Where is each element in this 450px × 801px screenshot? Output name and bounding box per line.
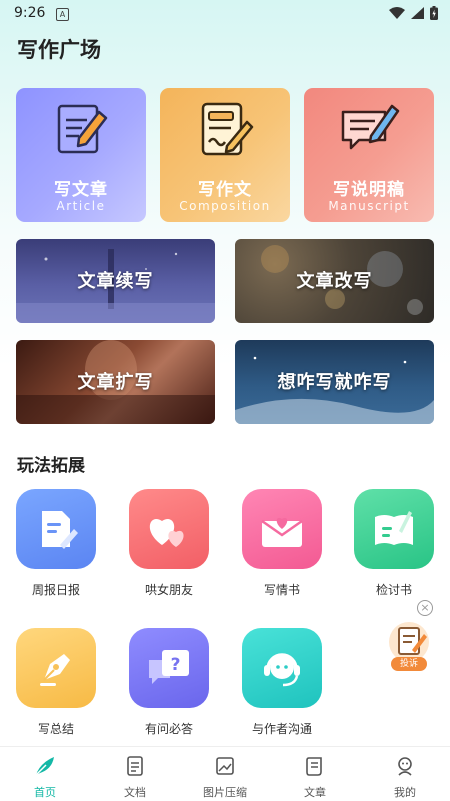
nav-articles[interactable]: 文章: [270, 747, 360, 801]
love-letter-icon: [261, 517, 303, 547]
icon-tile: [16, 628, 96, 708]
banner-label: 文章扩写: [77, 372, 154, 393]
user-icon: [398, 757, 412, 776]
nav-label: 文章: [304, 786, 326, 799]
question-chat-icon: ?: [149, 650, 189, 684]
feature-label: 周报日报: [31, 583, 80, 597]
nav-label: 首页: [34, 786, 56, 799]
bottom-nav: 首页 文档 图片压缩 文章 我的: [0, 746, 450, 801]
expand-writing-banner[interactable]: 文章扩写: [16, 340, 215, 424]
icon-tile: [242, 628, 322, 708]
icon-tile: ?: [129, 628, 209, 708]
nav-home[interactable]: 首页: [0, 747, 90, 801]
card-title: 写说明稿: [333, 180, 405, 200]
write-manuscript-card[interactable]: 写说明稿 Manuscript: [304, 88, 434, 222]
nav-documents[interactable]: 文档: [90, 747, 180, 801]
write-summary-item[interactable]: 写总结: [11, 628, 101, 737]
card-subtitle: Manuscript: [328, 199, 410, 213]
nav-label: 图片压缩: [203, 786, 247, 799]
feature-label: 有问必答: [144, 722, 193, 736]
continue-writing-banner[interactable]: 文章续写: [16, 239, 215, 323]
status-icons: [389, 6, 438, 20]
headset-icon: [264, 653, 300, 687]
nav-image-compress[interactable]: 图片压缩: [180, 747, 270, 801]
icon-tile: [242, 489, 322, 569]
battery-icon: [430, 6, 438, 20]
feature-label: 写总结: [37, 722, 74, 736]
manuscript-chat-icon: [341, 104, 400, 150]
feature-label: 哄女朋友: [144, 583, 193, 597]
document-edit-icon: [42, 511, 78, 549]
wifi-icon: [389, 7, 405, 19]
banner-label: 文章续写: [77, 271, 154, 292]
qa-item[interactable]: ? 有问必答: [124, 628, 214, 737]
feature-label: 写情书: [263, 583, 300, 597]
hearts-icon: [149, 519, 184, 547]
scroll-icon: [306, 757, 322, 776]
status-bar: 9:26 A: [0, 0, 450, 28]
banner-label: 文章改写: [296, 271, 373, 292]
complaint-tag: 投诉: [391, 657, 427, 671]
signal-icon: [411, 7, 424, 19]
card-subtitle: Composition: [179, 199, 271, 213]
self-criticism-item[interactable]: 检讨书: [349, 489, 439, 598]
contact-author-item[interactable]: 与作者沟通: [237, 628, 327, 737]
page-title: 写作广场: [17, 38, 101, 62]
write-article-card[interactable]: 写文章 Article: [16, 88, 146, 222]
doc-icon: [127, 756, 143, 776]
section-title: 玩法拓展: [17, 456, 85, 476]
icon-tile: [16, 489, 96, 569]
free-writing-banner[interactable]: 想咋写就咋写: [235, 340, 434, 424]
close-complaint-button[interactable]: ×: [417, 600, 433, 616]
notebook-icon: [375, 511, 413, 545]
nav-profile[interactable]: 我的: [360, 747, 450, 801]
article-notepad-icon: [57, 104, 108, 154]
pen-nib-icon: [40, 654, 70, 686]
card-subtitle: Article: [56, 199, 106, 213]
icon-tile: [354, 489, 434, 569]
composition-paper-icon: [201, 102, 254, 156]
notification-icon: A: [56, 8, 69, 21]
nav-label: 我的: [394, 786, 416, 799]
nav-label: 文档: [124, 786, 146, 799]
rewrite-banner[interactable]: 文章改写: [235, 239, 434, 323]
card-title: 写作文: [198, 180, 252, 200]
svg-text:?: ?: [171, 655, 181, 675]
feature-label: 与作者沟通: [251, 722, 312, 736]
icon-tile: [129, 489, 209, 569]
weekly-daily-report-item[interactable]: 周报日报: [11, 489, 101, 598]
love-letter-item[interactable]: 写情书: [237, 489, 327, 598]
card-title: 写文章: [54, 180, 108, 200]
coax-girlfriend-item[interactable]: 哄女朋友: [124, 489, 214, 598]
complaint-button[interactable]: 投诉: [384, 620, 434, 674]
feature-label: 检讨书: [375, 583, 412, 597]
image-icon: [216, 757, 234, 775]
feather-icon: [35, 757, 54, 776]
status-time: 9:26: [14, 5, 46, 21]
banner-label: 想咋写就咋写: [277, 372, 392, 393]
write-composition-card[interactable]: 写作文 Composition: [160, 88, 290, 222]
